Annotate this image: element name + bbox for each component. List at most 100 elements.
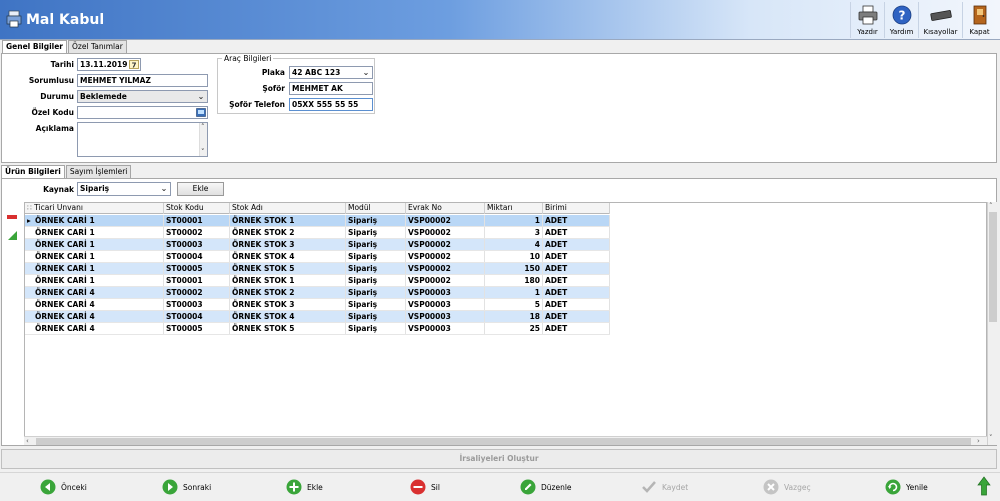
table-cell[interactable]: VSP00002 [406,215,485,226]
table-cell[interactable]: ST00005 [164,263,230,274]
table-cell[interactable]: Sipariş [346,299,406,310]
special-code-field[interactable] [77,106,208,119]
table-cell[interactable]: ST00002 [164,227,230,238]
next-button[interactable]: Sonraki [162,478,211,496]
table-row[interactable]: ÖRNEK CARİ 4 ST00005 ÖRNEK STOK 5 Sipariş VS… [25,323,610,335]
table-cell[interactable]: ADET [543,263,610,274]
table-cell[interactable]: VSP00002 [406,227,485,238]
refresh-button[interactable]: Yenile [885,478,928,496]
source-select[interactable]: Sipariş ⌄ [77,182,171,196]
save-button[interactable]: Kaydet [641,478,688,496]
column-header[interactable]: Evrak No [406,203,485,214]
table-cell[interactable]: ADET [543,299,610,310]
close-button[interactable]: Kapat [962,2,996,38]
table-cell[interactable]: VSP00003 [406,299,485,310]
grid-vertical-scrollbar[interactable]: ˄ ˅ [987,202,997,445]
table-cell[interactable]: ST00005 [164,323,230,334]
column-header[interactable]: Birimi [543,203,610,214]
remove-row-icon[interactable] [7,215,17,219]
table-row[interactable]: ÖRNEK CARİ 1 ST00003 ÖRNEK STOK 3 Sipariş VS… [25,239,610,251]
table-cell[interactable]: Sipariş [346,227,406,238]
table-cell[interactable]: ADET [543,227,610,238]
table-cell[interactable]: ADET [543,251,610,262]
add-button[interactable]: Ekle [286,478,323,496]
edit-button[interactable]: Düzenle [520,478,572,496]
table-cell[interactable]: Sipariş [346,251,406,262]
table-cell[interactable]: ÖRNEK STOK 3 [230,239,346,250]
table-cell[interactable]: ÖRNEK STOK 2 [230,287,346,298]
help-button[interactable]: ? Yardım [884,2,918,38]
scroll-thumb[interactable] [989,212,997,322]
table-cell[interactable]: ST00004 [164,311,230,322]
table-cell[interactable]: ADET [543,215,610,226]
table-cell[interactable]: VSP00002 [406,263,485,274]
print-button[interactable]: Yazdır [850,2,884,38]
table-cell[interactable]: ADET [543,239,610,250]
table-cell[interactable]: 4 [485,239,543,250]
table-cell[interactable]: ÖRNEK STOK 3 [230,299,346,310]
table-cell[interactable]: ADET [543,311,610,322]
table-cell[interactable]: Sipariş [346,323,406,334]
table-cell[interactable]: ÖRNEK STOK 4 [230,311,346,322]
table-cell[interactable]: 1 [485,287,543,298]
shortcuts-button[interactable]: Kısayollar [918,2,962,38]
tab-general-info[interactable]: Genel Bilgiler [2,40,68,53]
move-arrow-icon[interactable] [8,231,17,240]
table-cell[interactable]: ÖRNEK STOK 2 [230,227,346,238]
table-cell[interactable]: Sipariş [346,275,406,286]
scroll-up-icon[interactable]: ˄ [989,202,993,210]
table-row[interactable]: ▸ ÖRNEK CARİ 1 ST00001 ÖRNEK STOK 1 Sipariş V… [25,215,610,227]
table-cell[interactable]: ADET [543,323,610,334]
lookup-icon[interactable] [196,108,206,117]
column-header[interactable]: Modül [346,203,406,214]
table-cell[interactable]: 180 [485,275,543,286]
table-cell[interactable]: Sipariş [346,239,406,250]
tab-count-operations[interactable]: Sayım İşlemleri [65,165,132,178]
table-cell[interactable]: ÖRNEK STOK 1 [230,215,346,226]
table-row[interactable]: ÖRNEK CARİ 4 ST00004 ÖRNEK STOK 4 Sipariş VS… [25,311,610,323]
calendar-icon[interactable]: 7 [129,60,139,69]
scroll-left-icon[interactable]: ‹ [26,437,29,445]
scroll-down-icon[interactable]: ˅ [989,434,993,442]
table-cell[interactable]: ▸ ÖRNEK CARİ 1 [25,215,164,226]
textarea-scrollbar[interactable]: ˄ ˅ [199,123,207,156]
table-cell[interactable]: ÖRNEK CARİ 4 [25,323,164,334]
arrow-up-icon[interactable] [977,476,991,496]
plate-select[interactable]: 42 ABC 123 ⌄ [289,66,373,79]
table-cell[interactable]: VSP00003 [406,311,485,322]
scroll-down-icon[interactable]: ˅ [201,148,205,156]
column-header[interactable]: ∷ Ticari Unvanı [25,203,164,214]
tab-custom-definitions[interactable]: Özel Tanımlar [68,40,127,53]
table-cell[interactable]: ÖRNEK CARİ 1 [25,227,164,238]
table-cell[interactable]: 1 [485,215,543,226]
table-cell[interactable]: ÖRNEK STOK 5 [230,323,346,334]
table-cell[interactable]: Sipariş [346,263,406,274]
add-source-button[interactable]: Ekle [177,182,224,196]
table-cell[interactable]: ÖRNEK STOK 5 [230,263,346,274]
table-cell[interactable]: ÖRNEK CARİ 1 [25,275,164,286]
table-row[interactable]: ÖRNEK CARİ 1 ST00005 ÖRNEK STOK 5 Sipariş VS… [25,263,610,275]
table-row[interactable]: ÖRNEK CARİ 1 ST00004 ÖRNEK STOK 4 Sipariş VS… [25,251,610,263]
table-cell[interactable]: Sipariş [346,311,406,322]
table-cell[interactable]: 150 [485,263,543,274]
column-header[interactable]: Miktarı [485,203,543,214]
table-cell[interactable]: ÖRNEK STOK 1 [230,275,346,286]
table-cell[interactable]: ÖRNEK CARİ 1 [25,239,164,250]
table-cell[interactable]: Sipariş [346,215,406,226]
table-cell[interactable]: VSP00002 [406,275,485,286]
table-row[interactable]: ÖRNEK CARİ 4 ST00002 ÖRNEK STOK 2 Sipariş VS… [25,287,610,299]
table-cell[interactable]: VSP00003 [406,287,485,298]
create-dispatch-button[interactable]: İrsaliyeleri Oluştur [1,449,997,469]
driver-field[interactable]: MEHMET AK [289,82,373,95]
scroll-right-icon[interactable]: › [977,437,980,445]
table-cell[interactable]: ST00002 [164,287,230,298]
table-cell[interactable]: ÖRNEK CARİ 4 [25,311,164,322]
table-cell[interactable]: VSP00002 [406,239,485,250]
driver-phone-field[interactable]: 05XX 555 55 55 [289,98,373,111]
table-cell[interactable]: ST00001 [164,215,230,226]
table-cell[interactable]: 10 [485,251,543,262]
table-cell[interactable]: ÖRNEK CARİ 4 [25,299,164,310]
column-header[interactable]: Stok Kodu [164,203,230,214]
table-cell[interactable]: ÖRNEK CARİ 1 [25,251,164,262]
delete-button[interactable]: Sil [410,478,440,496]
